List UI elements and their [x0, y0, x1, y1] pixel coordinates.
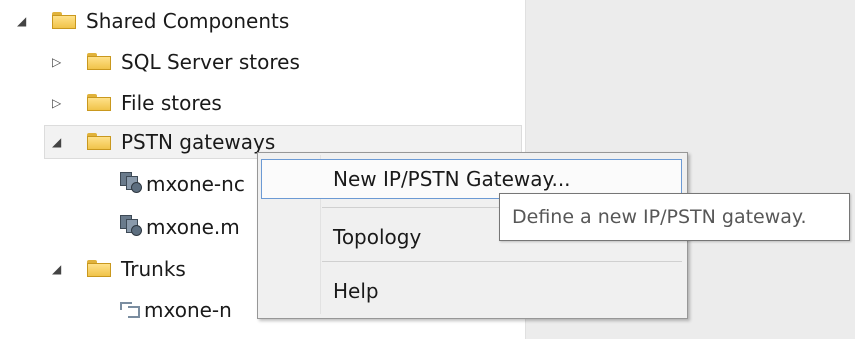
tree-node-label: mxone.m [146, 215, 240, 239]
menu-item-help[interactable]: Help [333, 273, 379, 309]
menu-item-tooltip: Define a new IP/PSTN gateway. [499, 193, 850, 241]
tree-node-file-stores[interactable]: ▷ File stores [0, 85, 520, 121]
expand-arrow-icon[interactable]: ▷ [52, 85, 61, 121]
gateway-server-icon [120, 215, 142, 237]
tree-node-label: PSTN gateways [121, 130, 276, 154]
collapse-arrow-icon[interactable]: ◢ [52, 251, 61, 287]
tree-node-label: SQL Server stores [121, 50, 300, 74]
menu-separator [322, 261, 682, 262]
tree-node-trunk[interactable]: mxone-n [0, 292, 260, 328]
collapse-arrow-icon[interactable]: ◢ [17, 3, 26, 39]
tree-node-label: File stores [121, 91, 222, 115]
trunk-icon [120, 300, 142, 320]
collapse-arrow-icon[interactable]: ◢ [52, 124, 61, 160]
tree-node-gateway[interactable]: mxone-nc [0, 166, 260, 202]
menu-item-topology[interactable]: Topology [333, 219, 421, 255]
tree-node-label: mxone-n [144, 298, 232, 322]
tree-node-label: mxone-nc [146, 172, 245, 196]
folder-icon [87, 133, 111, 150]
menu-item-new-ip-pstn-gateway[interactable]: New IP/PSTN Gateway... [333, 161, 571, 197]
folder-icon [52, 12, 76, 29]
gateway-server-icon [120, 172, 142, 194]
expand-arrow-icon[interactable]: ▷ [52, 44, 61, 80]
folder-icon [87, 94, 111, 111]
tree-node-shared-components[interactable]: ◢ Shared Components [0, 3, 520, 39]
tree-node-label: Trunks [121, 257, 186, 281]
tree-node-sql-server-stores[interactable]: ▷ SQL Server stores [0, 44, 520, 80]
folder-icon [87, 260, 111, 277]
tree-node-label: Shared Components [86, 9, 290, 33]
folder-icon [87, 53, 111, 70]
tree-node-gateway[interactable]: mxone.m [0, 209, 260, 245]
